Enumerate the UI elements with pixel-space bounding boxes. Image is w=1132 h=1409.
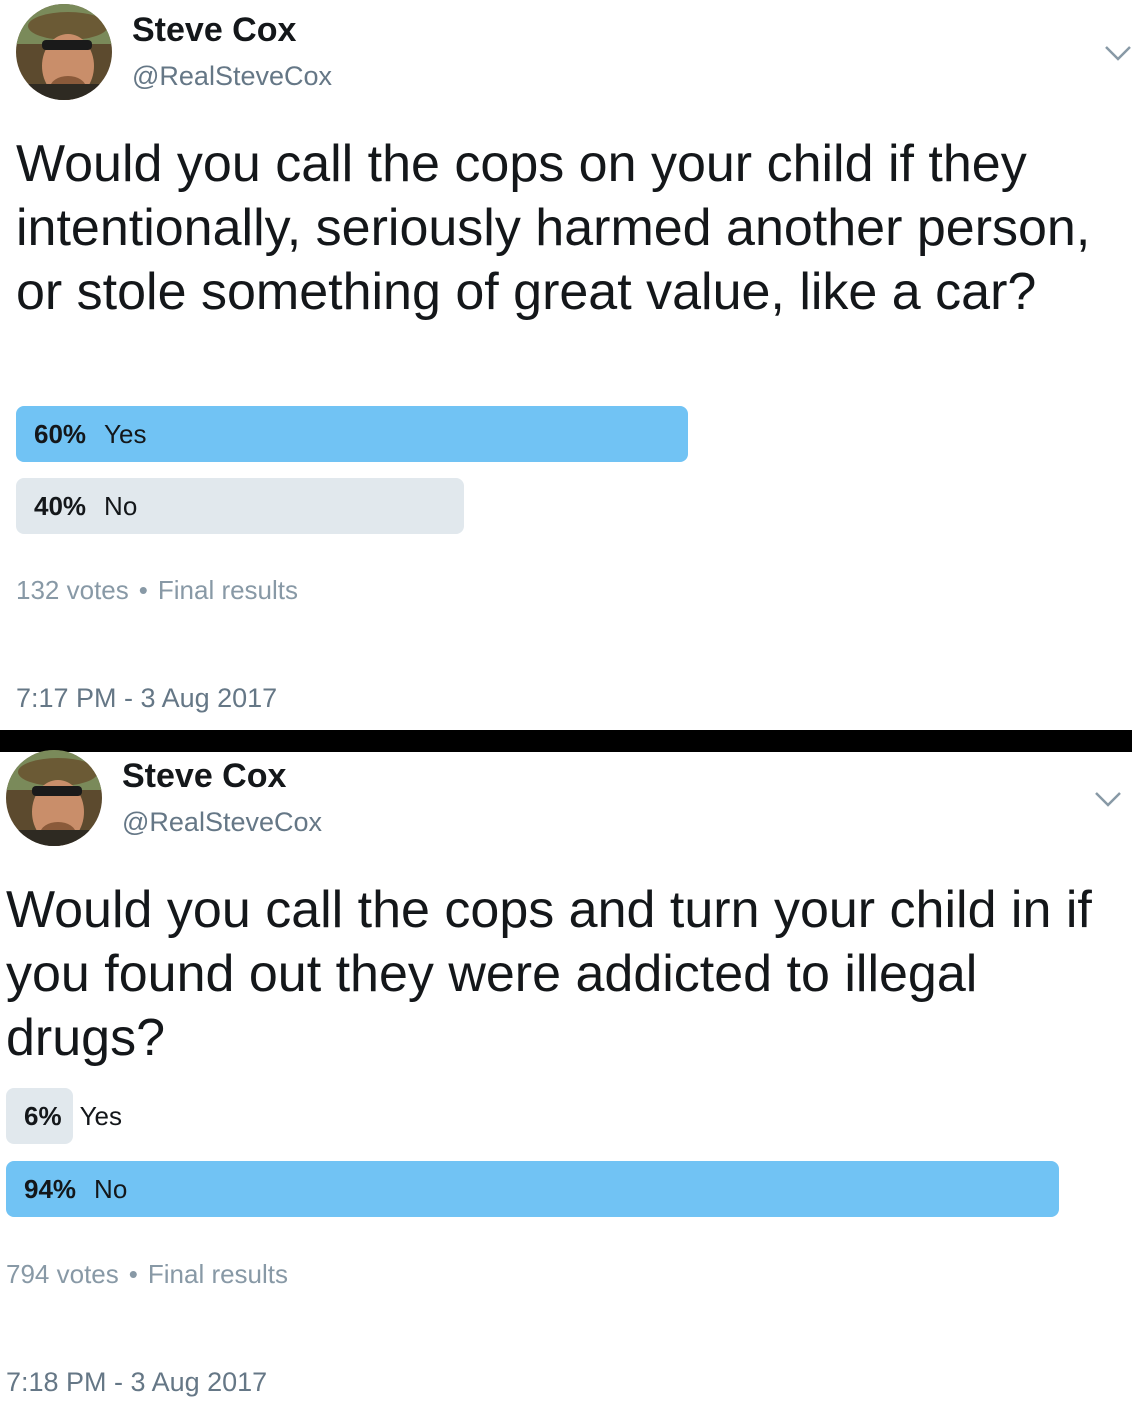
poll-percent: 6% (24, 1101, 62, 1131)
tweet-card-2[interactable]: Steve Cox @RealSteveCox Would you call t… (0, 750, 1132, 1409)
avatar-photo-icon (6, 750, 102, 846)
avatar[interactable] (6, 750, 102, 846)
display-name[interactable]: Steve Cox (122, 756, 286, 796)
poll-choice: No (104, 491, 138, 521)
tweet-card-1[interactable]: Steve Cox @RealSteveCox Would you call t… (0, 0, 1132, 730)
avatar-photo-icon (16, 4, 112, 100)
timestamp[interactable]: 7:18 PM - 3 Aug 2017 (6, 1366, 267, 1398)
poll-option-label: 60% Yes (34, 406, 146, 462)
chevron-down-icon[interactable] (1104, 44, 1132, 62)
poll-choice: Yes (79, 1101, 122, 1131)
vote-count: 132 votes (16, 575, 129, 605)
user-handle[interactable]: @RealSteveCox (122, 806, 322, 838)
poll-meta: 132 votes • Final results (16, 574, 298, 606)
divider (0, 730, 1132, 752)
poll-option-label: 6% Yes (24, 1088, 122, 1144)
tweet-text: Would you call the cops and turn your ch… (6, 881, 1092, 1067)
vote-count: 794 votes (6, 1259, 119, 1289)
poll-meta: 794 votes • Final results (6, 1258, 288, 1290)
separator-dot: • (128, 1259, 138, 1289)
poll-percent: 40% (34, 491, 87, 521)
poll-option-label: 94% No (24, 1161, 127, 1217)
chevron-down-icon[interactable] (1094, 790, 1122, 808)
avatar[interactable] (16, 4, 112, 100)
poll-percent: 60% (34, 419, 87, 449)
poll-option-bar[interactable] (6, 1161, 1059, 1217)
poll-status: Final results (147, 1259, 289, 1289)
separator-dot: • (138, 575, 148, 605)
poll-option-label: 40% No (34, 478, 137, 534)
tweet-text: Would you call the cops on your child if… (16, 135, 1091, 321)
poll-choice: No (94, 1174, 128, 1204)
user-handle[interactable]: @RealSteveCox (132, 60, 332, 92)
poll-status: Final results (157, 575, 299, 605)
poll-percent: 94% (24, 1174, 77, 1204)
timestamp[interactable]: 7:17 PM - 3 Aug 2017 (16, 682, 277, 714)
display-name[interactable]: Steve Cox (132, 10, 296, 50)
poll-choice: Yes (104, 419, 147, 449)
